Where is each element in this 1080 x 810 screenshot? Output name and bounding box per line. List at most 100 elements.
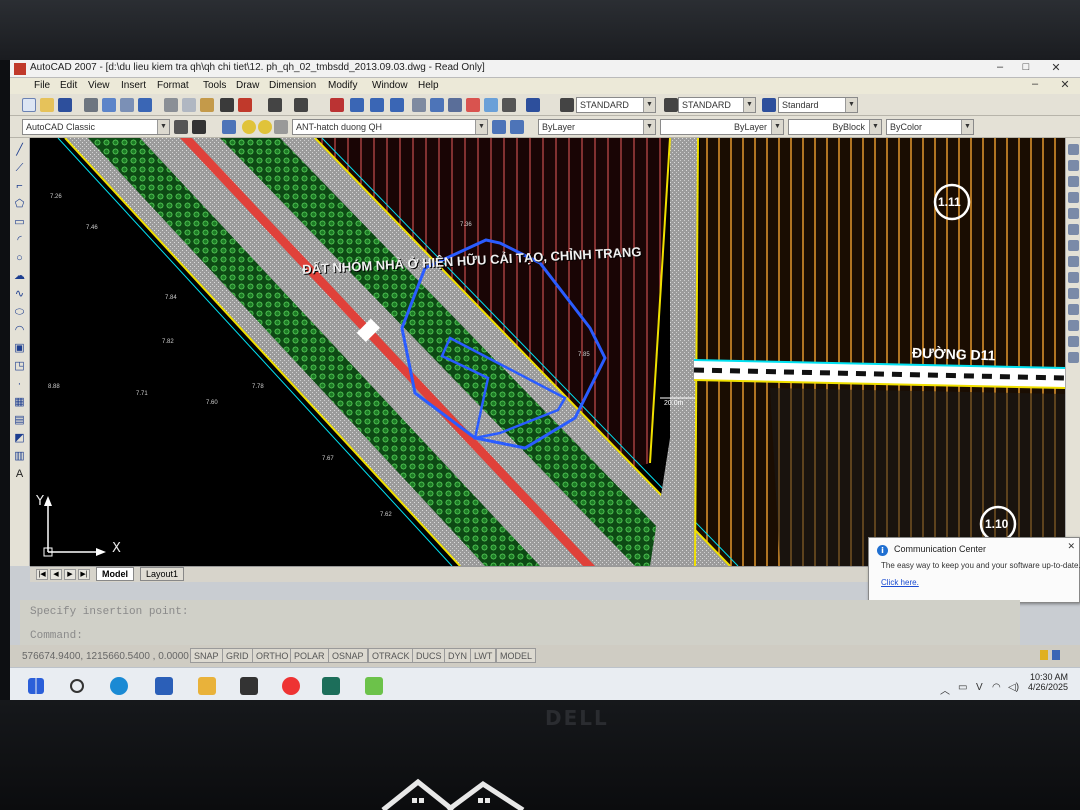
notification-link[interactable]: Click here.: [881, 578, 919, 587]
wifi-icon[interactable]: ◠: [992, 682, 1001, 693]
layer-lock-icon[interactable]: [274, 120, 288, 134]
command-prompt[interactable]: Command:: [30, 630, 83, 642]
app-taskbar-icon[interactable]: [365, 677, 383, 695]
menu-insert[interactable]: Insert: [121, 80, 146, 91]
multiline-text-icon[interactable]: A: [13, 468, 26, 481]
pen-icon[interactable]: V: [976, 682, 983, 693]
table-icon[interactable]: ▥: [13, 450, 26, 463]
plot-icon[interactable]: [84, 98, 98, 112]
ellipse-arc-icon[interactable]: ◠: [13, 324, 26, 337]
menu-file[interactable]: File: [34, 80, 50, 91]
stretch-icon[interactable]: [1068, 272, 1079, 283]
array-icon[interactable]: [1068, 208, 1079, 219]
search-icon[interactable]: [70, 679, 84, 693]
communication-center-balloon[interactable]: i Communication Center ✕ The easy way to…: [868, 537, 1080, 603]
undo-icon[interactable]: [268, 98, 282, 112]
cut-icon[interactable]: [164, 98, 178, 112]
tab-model[interactable]: Model: [96, 567, 134, 581]
pan-icon[interactable]: [330, 98, 344, 112]
tool-palettes-icon[interactable]: [448, 98, 462, 112]
edge-icon[interactable]: [110, 677, 128, 695]
close-notification-button[interactable]: ✕: [1067, 541, 1075, 552]
move-icon[interactable]: [1068, 224, 1079, 235]
grid-toggle[interactable]: GRID: [222, 648, 253, 663]
lock-icon[interactable]: [1040, 650, 1048, 660]
system-clock[interactable]: 10:30 AM 4/26/2025: [1028, 672, 1068, 692]
rotate-icon[interactable]: [1068, 240, 1079, 251]
snap-toggle[interactable]: SNAP: [190, 648, 223, 663]
windows-start-icon[interactable]: [28, 678, 44, 694]
line-icon[interactable]: ╱: [13, 144, 26, 157]
command-window[interactable]: Specify insertion point: Command:: [20, 600, 1020, 645]
show-hidden-icons[interactable]: ︿: [940, 682, 950, 697]
polygon-icon[interactable]: ⬠: [13, 198, 26, 211]
make-current-layer-icon[interactable]: [492, 120, 506, 134]
word-icon[interactable]: [155, 677, 173, 695]
gradient-icon[interactable]: ▤: [13, 414, 26, 427]
osnap-toggle[interactable]: OSNAP: [328, 648, 368, 663]
color-select[interactable]: ByLayer ▼: [538, 119, 656, 135]
plot-preview-icon[interactable]: [102, 98, 116, 112]
menu-draw[interactable]: Draw: [236, 80, 259, 91]
menu-dimension[interactable]: Dimension: [269, 80, 316, 91]
zoom-previous-icon[interactable]: [390, 98, 404, 112]
paste-icon[interactable]: [200, 98, 214, 112]
drawing-canvas[interactable]: ĐẤT NHÓM NHÀ Ở HIỆN HỮU CẢI TẠO, CHỈNH T…: [30, 138, 1065, 566]
menu-tools[interactable]: Tools: [203, 80, 226, 91]
first-tab-button[interactable]: |◀: [36, 569, 48, 580]
sheet-set-icon[interactable]: [466, 98, 480, 112]
open-icon[interactable]: [40, 98, 54, 112]
otrack-toggle[interactable]: OTRACK: [368, 648, 414, 663]
menu-format[interactable]: Format: [157, 80, 189, 91]
maximize-button[interactable]: □: [1016, 61, 1036, 73]
minimize-button[interactable]: –: [990, 61, 1010, 73]
autocad-app-icon[interactable]: [14, 63, 26, 75]
revcloud-icon[interactable]: ☁: [13, 270, 26, 283]
quickcalc-icon[interactable]: [502, 98, 516, 112]
mirror-icon[interactable]: [1068, 176, 1079, 187]
construction-line-icon[interactable]: ⟋: [13, 162, 26, 175]
help-icon[interactable]: [526, 98, 540, 112]
plotstyle-select[interactable]: ByColor ▼: [886, 119, 974, 135]
volume-icon[interactable]: ◁): [1008, 682, 1019, 693]
erase-icon[interactable]: [1068, 144, 1079, 155]
layer-select[interactable]: ANT-hatch duong QH ▼: [292, 119, 488, 135]
3d-dwf-icon[interactable]: [138, 98, 152, 112]
ortho-toggle[interactable]: ORTHO: [252, 648, 293, 663]
trim-icon[interactable]: [1068, 288, 1079, 299]
zoom-window-icon[interactable]: [370, 98, 384, 112]
layer-freeze-icon[interactable]: [258, 120, 272, 134]
close-button[interactable]: ✕: [1046, 61, 1066, 74]
prev-tab-button[interactable]: ◀: [50, 569, 62, 580]
make-block-icon[interactable]: ◳: [13, 360, 26, 373]
menu-modify[interactable]: Modify: [328, 80, 357, 91]
explode-icon[interactable]: [1068, 352, 1079, 363]
table-style-select[interactable]: Standard ▼: [778, 97, 858, 113]
file-explorer-icon[interactable]: [198, 677, 216, 695]
scale-icon[interactable]: [1068, 256, 1079, 267]
menu-edit[interactable]: Edit: [60, 80, 77, 91]
break-icon[interactable]: [1068, 320, 1079, 331]
menu-help[interactable]: Help: [418, 80, 439, 91]
publish-icon[interactable]: [120, 98, 134, 112]
menu-window[interactable]: Window: [372, 80, 408, 91]
dim-style-select[interactable]: STANDARD ▼: [678, 97, 756, 113]
layer-on-icon[interactable]: [242, 120, 256, 134]
block-editor-icon[interactable]: [238, 98, 252, 112]
chrome-icon[interactable]: [282, 677, 300, 695]
copy-object-icon[interactable]: [1068, 160, 1079, 171]
fillet-icon[interactable]: [1068, 336, 1079, 347]
layer-previous-icon[interactable]: [510, 120, 524, 134]
doc-close-button[interactable]: ✕: [1055, 78, 1075, 91]
polyline-icon[interactable]: ⌐: [13, 180, 26, 193]
redo-icon[interactable]: [294, 98, 308, 112]
doc-minimize-button[interactable]: –: [1025, 78, 1045, 90]
autocad-taskbar-icon[interactable]: [322, 677, 340, 695]
next-tab-button[interactable]: ▶: [64, 569, 76, 580]
spline-icon[interactable]: ∿: [13, 288, 26, 301]
last-tab-button[interactable]: ▶|: [78, 569, 90, 580]
new-icon[interactable]: [22, 98, 36, 112]
insert-block-icon[interactable]: ▣: [13, 342, 26, 355]
extend-icon[interactable]: [1068, 304, 1079, 315]
point-icon[interactable]: ·: [13, 378, 26, 391]
